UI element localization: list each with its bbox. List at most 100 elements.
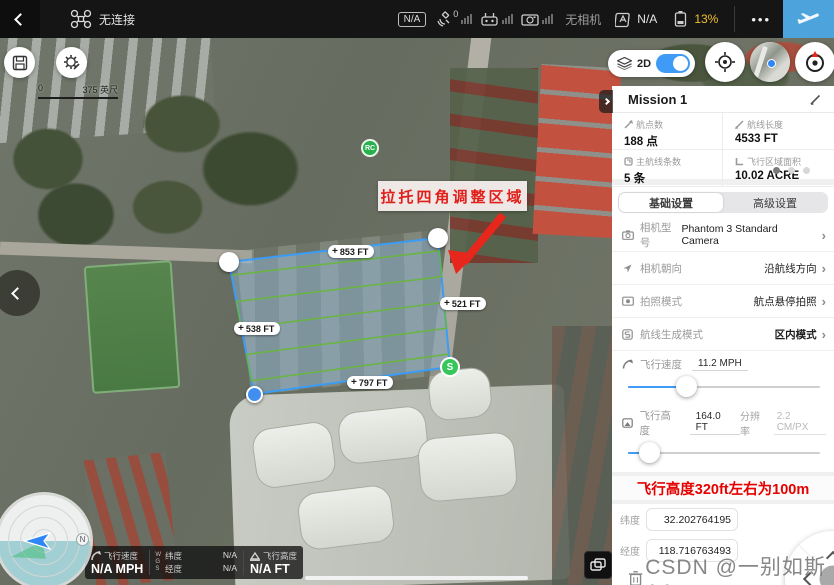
back-button[interactable] [0, 0, 40, 38]
setting-camera-model[interactable]: 相机型号 Phantom 3 Standard Camera › [612, 219, 834, 252]
gps-signal-bars [461, 14, 472, 24]
lat-label: 纬度 [165, 550, 182, 562]
settings-tabs: 基础设置 高级设置 [618, 192, 828, 213]
setting-camera-heading[interactable]: 相机朝向 沿航线方向 › [612, 252, 834, 285]
resolution-label: 分辨率 [740, 408, 769, 438]
more-options-button[interactable]: ••• [739, 12, 783, 27]
latitude-label: 纬度 [620, 512, 646, 527]
nudge-up-button[interactable] [826, 551, 834, 565]
altitude-slider-value[interactable]: 164.0 FT [690, 411, 740, 435]
edge-length-badge-top[interactable]: + 853 FT [328, 245, 374, 258]
camera-icon [622, 230, 634, 240]
lat-value: N/A [223, 550, 237, 562]
rc-marker-label: RC [365, 145, 375, 152]
chevron-right-icon [602, 98, 609, 105]
status-bar: 无连接 N/A 0 [0, 0, 834, 38]
telemetry-speed: 飞行速度 N/A MPH [85, 546, 149, 579]
gps-satellite-icon [436, 11, 453, 28]
layers-icon [617, 57, 632, 70]
drag-cross-icon: + [351, 377, 357, 388]
gps-count: 0 [453, 9, 458, 19]
speed-icon [91, 551, 101, 561]
tutorial-annotation: 拉托四角调整区域 [378, 181, 527, 211]
stat-waypoints: 航点数 188 点 [612, 113, 723, 150]
save-mission-button[interactable] [4, 47, 35, 78]
setting-route-mode[interactable]: 航线生成模式 区内模式 › [612, 318, 834, 351]
speed-slider-value[interactable]: 11.2 MPH [692, 358, 748, 371]
stat-value: 188 点 [624, 133, 722, 149]
latitude-input[interactable]: 32.202764195 [646, 508, 738, 531]
scale-start: 0 [38, 83, 43, 96]
map-sports-field [84, 260, 181, 394]
flight-sliders-section: 飞行速度 11.2 MPH 飞行高度 164.0 FT 分辨率 2.2 CM/P… [612, 351, 834, 468]
photos-icon [590, 558, 606, 572]
nudge-center-button[interactable] [820, 566, 834, 585]
setting-value: 区内模式 [775, 327, 817, 342]
stat-label: 航点数 [636, 118, 663, 131]
connection-status-text: 无连接 [99, 11, 135, 28]
map-building [417, 432, 517, 502]
speed-slider[interactable] [628, 374, 820, 400]
route-mode-icon [622, 329, 633, 340]
stats-page-dots[interactable] [773, 167, 810, 174]
altitude-slider-row: 飞行高度 164.0 FT 分辨率 2.2 CM/PX [612, 402, 834, 468]
polygon-start-handle[interactable]: S [440, 357, 460, 377]
chevron-right-icon: › [822, 294, 826, 309]
rc-signal-bars [502, 14, 513, 24]
altitude-slider[interactable] [628, 440, 820, 466]
north-label: N [80, 535, 86, 544]
toggle-2d-switch[interactable] [656, 54, 690, 73]
map-2d-toggle[interactable]: 2D [608, 50, 695, 77]
map-building [251, 421, 336, 489]
battery-icon [673, 10, 688, 28]
stat-value: 5 条 [624, 170, 722, 186]
edge-length-badge-bottom[interactable]: + 797 FT [347, 376, 393, 389]
setting-value: 沿航线方向 [764, 261, 817, 276]
nudge-left-button[interactable] [803, 572, 817, 585]
resolution-value: 2.2 CM/PX [774, 411, 826, 435]
polygon-corner-handle-topright[interactable] [428, 228, 448, 248]
altitude-note-text: 飞行高度320ft左右为100m [637, 478, 809, 499]
save-icon [12, 55, 28, 71]
wgs-label: W G S [150, 546, 161, 579]
route-length-icon [735, 120, 744, 129]
latitude-row: 纬度 32.202764195 [612, 504, 834, 535]
drag-cross-icon: + [332, 246, 338, 257]
tab-advanced-settings[interactable]: 高级设置 [723, 193, 827, 212]
polygon-corner-handle-bottomleft[interactable] [246, 386, 263, 403]
edge-length-badge-right[interactable]: + 521 FT [440, 297, 486, 310]
remote-controller-icon [480, 12, 499, 27]
polygon-corner-handle-topleft[interactable] [219, 252, 239, 272]
map-red-roofs [450, 68, 538, 263]
map-style-button[interactable] [750, 42, 790, 82]
battery-percentage: 13% [694, 12, 718, 26]
speed-slider-knob[interactable] [676, 376, 697, 397]
telemetry-altitude: 飞行高度 N/A FT [244, 546, 303, 579]
status-indicators: N/A 0 无相机 [398, 0, 834, 38]
airplane-takeoff-icon [797, 7, 821, 31]
setting-photo-mode[interactable]: 拍照模式 航点悬停拍照 › [612, 285, 834, 318]
locate-me-button[interactable] [705, 42, 745, 82]
checklist-status: N/A [637, 12, 657, 26]
edge-length-badge-left[interactable]: + 538 FT [234, 322, 280, 335]
drag-cross-icon: + [238, 323, 244, 334]
stat-label: 主航线条数 [636, 155, 681, 168]
setting-value: 航点悬停拍照 [754, 294, 817, 309]
mission-settings-button[interactable] [56, 47, 87, 78]
mission-header: Mission 1 [612, 86, 834, 113]
panel-collapse-flap[interactable] [599, 90, 613, 113]
chevron-right-icon: › [822, 327, 826, 342]
altitude-label: 飞行高度 [263, 550, 297, 562]
takeoff-button[interactable] [783, 0, 834, 38]
checklist-icon [615, 11, 631, 28]
screenshot-button[interactable] [584, 551, 612, 579]
flight-altitude-icon [622, 418, 633, 428]
edit-pencil-icon[interactable] [809, 93, 822, 106]
tab-basic-settings[interactable]: 基础设置 [619, 193, 723, 212]
edge-length-value: 853 FT [340, 247, 369, 257]
longitude-input[interactable]: 118.716763493 [646, 539, 738, 562]
altitude-slider-knob[interactable] [639, 442, 660, 463]
speed-slider-label: 飞行速度 [640, 357, 682, 372]
compass-reset-button[interactable] [795, 42, 834, 82]
mission-title: Mission 1 [628, 92, 687, 107]
